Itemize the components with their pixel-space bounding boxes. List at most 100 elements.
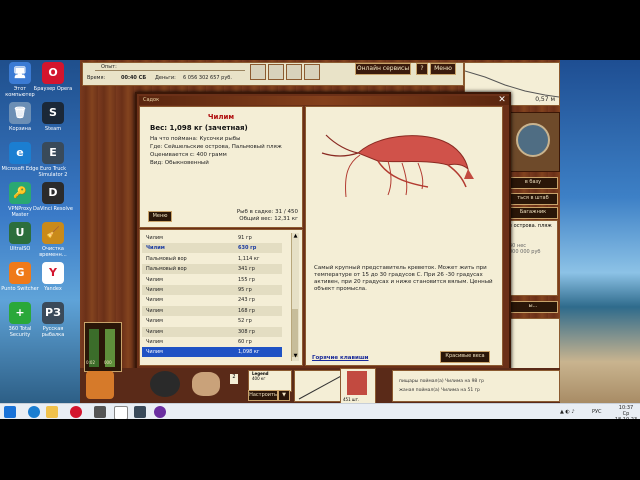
app-icon: 🔑 (9, 182, 31, 204)
fish-info-panel: Чилим Вес: 1,098 кг (зачетная) На что по… (139, 106, 303, 228)
reel-panel (506, 112, 560, 172)
shrimp-thumb-icon (347, 371, 367, 395)
online-services-button[interactable]: Онлайн сервисы (355, 63, 411, 75)
letterbox-bottom (0, 419, 640, 480)
list-item[interactable]: Чилим 52 гр (142, 316, 282, 326)
red-weights-button[interactable]: Красивые веса (440, 351, 490, 363)
list-item[interactable]: Чилим 60 гр (142, 337, 282, 347)
fish-item-weight: 1,098 кг (238, 349, 260, 356)
fish-bait: На что поймана: Кусочки рыбы (150, 136, 241, 142)
tray-icons[interactable]: ▲ ◐ ♪ (560, 409, 575, 415)
menu-button[interactable]: Меню (430, 63, 456, 75)
list-item[interactable]: Чилим 308 гр (142, 326, 282, 337)
scroll-thumb[interactable] (292, 309, 298, 357)
close-icon[interactable]: ✕ (497, 95, 507, 105)
windows-taskbar: ▲ ◐ ♪ РУС 10:37 Ср 18.10.23 (0, 403, 640, 423)
fish-description: Самый крупный представитель креветок. Мо… (314, 265, 493, 292)
app-icon: O (42, 62, 64, 84)
list-item[interactable]: Чилим 1,098 кг (142, 347, 282, 358)
explorer-taskbar-icon[interactable] (46, 406, 58, 418)
fish-item-weight: 341 гр (238, 266, 255, 273)
app-icon: S (42, 102, 64, 124)
legend-panel: Legend 400 кг (248, 370, 292, 392)
app-icon: 🧹 (42, 222, 64, 244)
opera-taskbar-icon[interactable] (70, 406, 82, 418)
letterbox-top (0, 0, 640, 60)
depth-value: 0,57 м (535, 96, 555, 103)
bait-pot-icon[interactable] (150, 371, 180, 397)
app-icon: 🗑 (9, 102, 31, 124)
fish-item-name: Чилим (146, 235, 163, 241)
fish-item-weight: 91 гр (238, 235, 252, 241)
fish-valued: Оценивается с: 400 грамм (150, 152, 227, 158)
money-value: 6 056 302 657 руб. (183, 75, 232, 81)
list-item[interactable]: Пальмовый вор 341 гр (142, 264, 282, 275)
game-taskbar-icon[interactable] (134, 406, 146, 418)
list-item[interactable]: Чилим 91 гр (142, 233, 282, 243)
bucket-icon[interactable] (86, 371, 114, 399)
desktop-icon-label: Euro Truck Simulator 2 (38, 166, 68, 178)
app-icon: E (42, 142, 64, 164)
bait-slots (250, 64, 320, 80)
desktop-icon-label: Очистка временн… (39, 246, 67, 258)
obs-taskbar-icon[interactable] (154, 406, 166, 418)
desktop-icon-label: Yandex (44, 286, 62, 292)
fish-item-weight: 630 гр (238, 245, 257, 252)
to-hq-button[interactable]: ться в штаб (508, 193, 558, 205)
bread-icon[interactable] (192, 372, 220, 396)
help-button[interactable]: ? (416, 63, 428, 75)
mail-taskbar-icon[interactable] (94, 406, 106, 418)
list-item[interactable]: Чилим 243 гр (142, 295, 282, 305)
dialog-title: Садок (139, 96, 509, 105)
more-menu-button[interactable]: ы... (508, 301, 558, 313)
gauge-value-2: 000 (104, 360, 112, 365)
desktop-icon[interactable]: E Euro Truck Simulator 2 (33, 142, 73, 178)
hotkeys-link[interactable]: Горячие клавиши (312, 355, 369, 361)
desktop-icon[interactable]: 🧹 Очистка временн… (33, 222, 73, 258)
fish-image-panel: Самый крупный представитель креветок. Мо… (305, 106, 503, 366)
list-item[interactable]: Чилим 630 гр (142, 243, 282, 254)
app-icon: D (42, 182, 64, 204)
bag-count: 451 шт. (343, 397, 360, 402)
location-info-2: 000 000 руб (509, 249, 541, 255)
legend-weight: 400 кг (252, 376, 266, 381)
fish-item-weight: 308 гр (238, 328, 255, 335)
list-item[interactable]: Чилим 168 гр (142, 305, 282, 316)
list-scrollbar[interactable]: ▲ ▼ (291, 233, 299, 361)
yandex-taskbar-icon[interactable] (114, 406, 128, 420)
time-label: Время: (87, 75, 106, 81)
setup-dropdown-icon[interactable]: ▼ (278, 390, 290, 401)
app-icon: РЗ (42, 302, 64, 324)
app-icon: G (9, 262, 31, 284)
total-weight: Общий вес: 12,31 кг (239, 216, 298, 222)
list-item[interactable]: Чилим 95 гр (142, 285, 282, 295)
desktop-sea (560, 60, 640, 403)
scroll-up-icon[interactable]: ▲ (292, 233, 299, 241)
desktop-icon[interactable]: Y Yandex (33, 262, 73, 292)
desktop-icon[interactable]: O Браузер Opera (33, 62, 73, 92)
desktop-icon-label: DaVinci Resolve (33, 206, 73, 212)
fish-item-name: Чилим (146, 349, 163, 356)
reel-icon (516, 123, 550, 157)
language-indicator[interactable]: РУС (592, 409, 602, 415)
fish-thumb-panel: 451 шт. (340, 368, 376, 404)
list-item[interactable]: Чилим 155 гр (142, 275, 282, 285)
scroll-down-icon[interactable]: ▼ (292, 353, 299, 361)
info-menu-button[interactable]: Меню (148, 211, 172, 222)
fish-item-name: Чилим (146, 307, 163, 314)
to-base-button[interactable]: в базу (508, 177, 558, 189)
money-label: Деньги: (155, 75, 176, 81)
fish-item-name: Пальмовый вор (146, 266, 187, 273)
desktop-icon[interactable]: РЗ Русская рыбалка (33, 302, 73, 338)
desktop-icon[interactable]: S Steam (33, 102, 73, 132)
setup-button[interactable]: Настроить (248, 390, 278, 401)
desktop-icon[interactable]: D DaVinci Resolve (33, 182, 73, 212)
desktop-icon-label: Русская рыбалка (41, 326, 65, 338)
fish-item-weight: 60 гр (238, 339, 252, 345)
edge-taskbar-icon[interactable] (28, 406, 40, 418)
fish-list: Чилим 91 гр Чилим 630 гр Пальмовый вор 1,114 … (139, 229, 303, 366)
start-icon[interactable] (4, 406, 16, 418)
list-item[interactable]: Пальмовый вор 1,114 кг (142, 254, 282, 264)
trunk-button[interactable]: Багажник (508, 207, 558, 219)
fish-item-name: Чилим (146, 245, 165, 252)
